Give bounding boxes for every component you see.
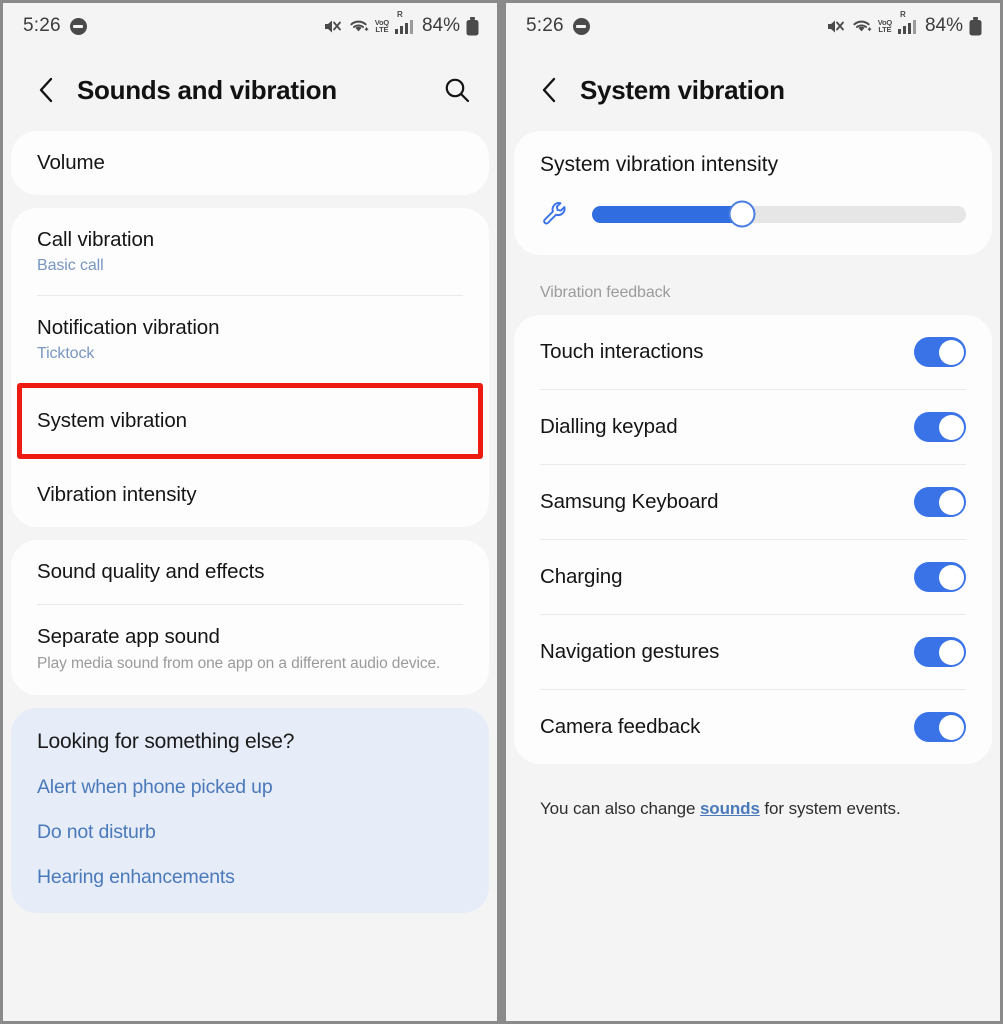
list-item-vibration-intensity[interactable]: Vibration intensity — [11, 459, 489, 527]
toggle-row-camera-feedback[interactable]: Camera feedback — [514, 690, 992, 764]
list-item-label: Call vibration — [37, 228, 155, 251]
footer-note-before: You can also change — [540, 799, 700, 818]
list-item-call-vibration[interactable]: Call vibration Basic call — [11, 208, 489, 295]
settings-card-volume: Volume — [11, 131, 489, 195]
panel-gap — [497, 0, 506, 1024]
sound-mute-icon — [827, 20, 844, 32]
footer-note-after: for system events. — [759, 799, 901, 818]
system-vibration-content: System vibration intensity Vibration fee… — [506, 131, 1000, 819]
list-item-system-vibration[interactable]: System vibration — [11, 383, 489, 459]
search-icon[interactable] — [441, 74, 473, 106]
toggle-switch-touch-interactions[interactable] — [914, 337, 966, 367]
toggle-row-charging[interactable]: Charging — [514, 540, 992, 614]
list-item-notification-vibration[interactable]: Notification vibration Ticktock — [11, 296, 489, 383]
status-clock: 5:26 — [23, 15, 61, 36]
list-item-separate-app-sound[interactable]: Separate app sound Play media sound from… — [11, 605, 489, 695]
toggle-switch-charging[interactable] — [914, 562, 966, 592]
do-not-disturb-icon — [572, 17, 590, 35]
settings-card-sound: Sound quality and effects Separate app s… — [11, 540, 489, 695]
wifi-icon — [853, 20, 872, 31]
dual-screenshot-container: 5:26 VoQ LTE R 84% Sounds and vibration … — [0, 0, 1003, 1024]
back-chevron-icon[interactable] — [534, 75, 564, 105]
suggestion-link-hearing-enhancements[interactable]: Hearing enhancements — [37, 866, 463, 889]
status-bar: 5:26 VoQ LTE R 84% — [3, 3, 497, 49]
wrench-icon — [543, 202, 566, 225]
list-item-label: Separate app sound — [37, 625, 220, 648]
slider-fill — [592, 205, 742, 223]
toggle-label: Dialling keypad — [540, 415, 678, 438]
battery-percent-label: 84% — [421, 15, 460, 36]
intensity-card: System vibration intensity — [514, 131, 992, 255]
toggle-label: Camera feedback — [540, 715, 701, 738]
status-bar: 5:26 VoQ LTE R 84% — [506, 3, 1000, 49]
battery-icon — [466, 16, 479, 35]
volte-icon: VoQ LTE — [877, 17, 892, 34]
page-title: Sounds and vibration — [77, 74, 337, 105]
battery-icon — [969, 16, 982, 35]
sounds-link[interactable]: sounds — [700, 799, 760, 818]
list-item-label: Vibration intensity — [37, 483, 197, 506]
toggle-row-touch-interactions[interactable]: Touch interactions — [514, 315, 992, 389]
toggle-switch-samsung-keyboard[interactable] — [914, 487, 966, 517]
right-phone-screen: 5:26 VoQ LTE R 84% System vibration Syst… — [506, 0, 1003, 1024]
list-item-value: Basic call — [37, 257, 104, 274]
toggle-label: Navigation gestures — [540, 640, 720, 663]
toggle-row-navigation-gestures[interactable]: Navigation gestures — [514, 615, 992, 689]
list-item-sound-quality[interactable]: Sound quality and effects — [11, 540, 489, 604]
list-item-description: Play media sound from one app on a diffe… — [37, 655, 441, 672]
toggle-row-dialling-keypad[interactable]: Dialling keypad — [514, 390, 992, 464]
do-not-disturb-icon — [69, 17, 87, 35]
signal-bars-icon: R — [897, 10, 917, 34]
intensity-label: System vibration intensity — [540, 153, 779, 176]
suggestion-link-do-not-disturb[interactable]: Do not disturb — [37, 821, 463, 844]
volte-icon: VoQ LTE — [374, 17, 389, 34]
intensity-slider[interactable] — [592, 200, 966, 228]
list-item-label: Volume — [37, 151, 105, 174]
slider-thumb[interactable] — [728, 200, 756, 228]
toggle-label: Charging — [540, 565, 623, 588]
toggle-switch-navigation-gestures[interactable] — [914, 637, 966, 667]
app-bar: System vibration — [506, 49, 1000, 131]
section-header-vibration-feedback: Vibration feedback — [540, 284, 671, 301]
app-bar: Sounds and vibration — [3, 49, 497, 131]
vibration-feedback-card: Touch interactions Dialling keypad Samsu… — [514, 315, 992, 764]
footer-note: You can also change sounds for system ev… — [514, 777, 992, 819]
sound-mute-icon — [324, 20, 341, 32]
settings-card-vibration: Call vibration Basic call Notification v… — [11, 208, 489, 527]
suggestions-heading: Looking for something else? — [37, 729, 295, 753]
wifi-icon — [350, 20, 369, 31]
status-clock: 5:26 — [526, 15, 564, 36]
list-item-volume[interactable]: Volume — [11, 131, 489, 195]
highlighted-item-wrapper: System vibration — [11, 383, 489, 459]
list-item-value: Ticktock — [37, 345, 95, 362]
toggle-label: Touch interactions — [540, 340, 704, 363]
suggestions-card: Looking for something else? Alert when p… — [11, 707, 489, 913]
page-title: System vibration — [580, 74, 785, 105]
toggle-switch-dialling-keypad[interactable] — [914, 412, 966, 442]
settings-list: Volume Call vibration Basic call Notific… — [3, 131, 497, 913]
toggle-label: Samsung Keyboard — [540, 490, 719, 513]
list-item-label: Notification vibration — [37, 316, 220, 339]
signal-bars-icon: R — [394, 10, 414, 34]
list-item-label: System vibration — [37, 409, 187, 432]
suggestion-link-alert-when-phone-picked-up[interactable]: Alert when phone picked up — [37, 776, 463, 799]
toggle-row-samsung-keyboard[interactable]: Samsung Keyboard — [514, 465, 992, 539]
back-chevron-icon[interactable] — [31, 75, 61, 105]
toggle-switch-camera-feedback[interactable] — [914, 712, 966, 742]
list-item-label: Sound quality and effects — [37, 560, 265, 583]
intensity-row: System vibration intensity — [514, 131, 992, 255]
left-phone-screen: 5:26 VoQ LTE R 84% Sounds and vibration … — [0, 0, 497, 1024]
battery-percent-label: 84% — [924, 15, 963, 36]
